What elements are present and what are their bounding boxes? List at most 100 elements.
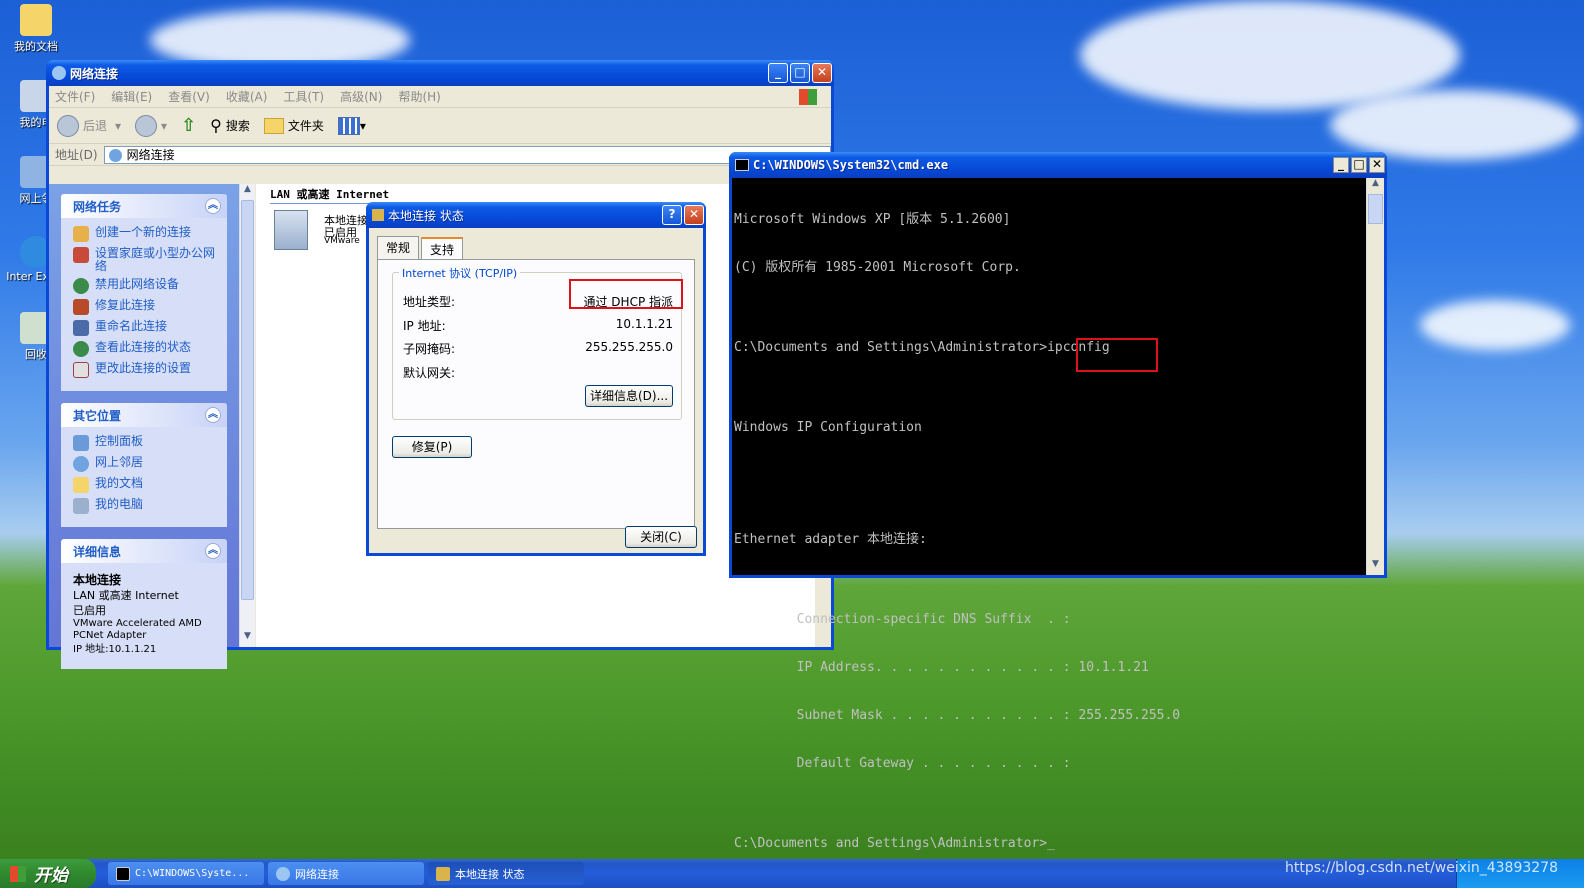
collapse-icon[interactable]: ︽ — [205, 543, 221, 559]
subnet-mask-row: 子网掩码: 255.255.255.0 — [403, 340, 673, 356]
task-disable-device[interactable]: 禁用此网络设备 — [73, 278, 219, 294]
network-tasks-header[interactable]: 网络任务 ︽ — [61, 194, 227, 218]
cmd-line: Subnet Mask . . . . . . . . . . . : 255.… — [734, 708, 1181, 723]
support-panel: Internet 协议 (TCP/IP) 地址类型: 通过 DHCP 指派 IP… — [377, 259, 695, 529]
cmd-line: (C) 版权所有 1985-2001 Microsoft Corp. — [734, 260, 1021, 275]
other-places-header[interactable]: 其它位置 ︽ — [61, 403, 227, 427]
other-places-panel: 其它位置 ︽ 控制面板 网上邻居 我的文档 我的电脑 — [61, 403, 227, 527]
collapse-icon[interactable]: ︽ — [205, 407, 221, 423]
help-button[interactable]: ? — [662, 205, 682, 225]
network-icon — [276, 866, 290, 881]
up-folder-button[interactable]: ⇧ — [181, 115, 196, 136]
details-header[interactable]: 详细信息 ︽ — [61, 539, 227, 563]
folder-icon — [73, 477, 89, 493]
menu-favorites[interactable]: 收藏(A) — [226, 88, 268, 105]
scroll-down-icon[interactable]: ▼ — [240, 631, 255, 647]
cmd-line: C:\Documents and Settings\Administrator>… — [734, 836, 1055, 851]
menu-advanced[interactable]: 高级(N) — [340, 88, 382, 105]
task-setup-home-network[interactable]: 设置家庭或小型办公网络 — [73, 247, 219, 273]
place-control-panel[interactable]: 控制面板 — [73, 435, 219, 451]
menu-view[interactable]: 查看(V) — [168, 88, 210, 105]
menu-help[interactable]: 帮助(H) — [398, 88, 440, 105]
task-rename-connection[interactable]: 重命名此连接 — [73, 320, 219, 336]
forward-button[interactable]: ▾ — [135, 114, 168, 137]
place-network-neighborhood[interactable]: 网上邻居 — [73, 456, 219, 472]
back-button[interactable]: 后退 ▾ — [57, 114, 122, 137]
scroll-down-icon[interactable]: ▼ — [1367, 559, 1384, 575]
desktop-icon-my-documents[interactable]: 我的文档 — [4, 4, 68, 54]
taskbar-item-status[interactable]: 本地连接 状态 — [428, 862, 584, 885]
cmd-console[interactable]: Microsoft Windows XP [版本 5.1.2600] (C) 版… — [732, 178, 1366, 851]
maximize-button[interactable]: □ — [790, 63, 810, 83]
cmd-line: C:\Documents and Settings\Administrator>… — [734, 340, 1110, 355]
cmd-scrollbar[interactable]: ▲ ▼ — [1366, 178, 1384, 575]
wrench-icon — [73, 299, 89, 315]
menu-tools[interactable]: 工具(T) — [283, 88, 324, 105]
computer-icon — [73, 498, 89, 514]
views-button[interactable]: ▾ — [337, 116, 366, 135]
chevron-down-icon: ▾ — [115, 118, 122, 133]
maximize-button[interactable]: □ — [1351, 157, 1367, 173]
close-button[interactable]: ✕ — [812, 63, 832, 83]
dialog-titlebar[interactable]: 本地连接 状态 ? ✕ — [366, 202, 706, 228]
connection-icon — [372, 209, 384, 221]
cmd-line: Ethernet adapter 本地连接: — [734, 532, 927, 547]
close-button[interactable]: ✕ — [1369, 157, 1385, 173]
folder-icon — [20, 4, 52, 36]
close-button[interactable]: 关闭(C) — [625, 526, 697, 548]
network-icon — [73, 456, 89, 472]
place-my-computer[interactable]: 我的电脑 — [73, 498, 219, 514]
status-icon — [73, 341, 89, 357]
ip-address-value: 10.1.1.21 — [615, 317, 673, 331]
tab-general[interactable]: 常规 — [377, 236, 420, 259]
repair-button[interactable]: 修复(P) — [392, 436, 472, 458]
connection-icon — [436, 866, 450, 881]
windows-logo-icon — [799, 88, 817, 105]
menu-edit[interactable]: 编辑(E) — [111, 88, 152, 105]
chevron-down-icon: ▾ — [359, 118, 366, 133]
minimize-button[interactable]: _ — [1333, 157, 1349, 173]
settings-icon — [73, 362, 89, 378]
details-type: LAN 或高速 Internet — [73, 589, 179, 602]
cmd-titlebar[interactable]: C:\WINDOWS\System32\cmd.exe _ □ ✕ — [729, 152, 1387, 178]
taskbar-item-cmd[interactable]: C:\WINDOWS\Syste... — [108, 862, 264, 885]
dialog-title: 本地连接 状态 — [388, 208, 464, 223]
details-name: 本地连接 — [73, 573, 122, 587]
details-button[interactable]: 详细信息(D)... — [585, 385, 673, 407]
scroll-thumb[interactable] — [241, 200, 254, 600]
details-ip: IP 地址:10.1.1.21 — [73, 644, 157, 655]
task-create-connection[interactable]: 创建一个新的连接 — [73, 226, 219, 242]
dialog-close-x-button[interactable]: ✕ — [684, 205, 704, 225]
explorer-titlebar[interactable]: 网络连接 _ □ ✕ — [46, 60, 834, 86]
collapse-icon[interactable]: ︽ — [205, 198, 221, 214]
windows-logo-icon — [10, 865, 26, 882]
task-pane-scrollbar[interactable]: ▲ ▼ — [239, 184, 255, 647]
task-view-status[interactable]: 查看此连接的状态 — [73, 341, 219, 357]
cmd-title: C:\WINDOWS\System32\cmd.exe — [753, 158, 949, 172]
folders-button[interactable]: 文件夹 — [263, 117, 324, 134]
cmd-line: Windows IP Configuration — [734, 420, 922, 435]
up-arrow-icon: ⇧ — [181, 115, 197, 136]
start-button[interactable]: 开始 — [0, 859, 96, 888]
dialog-tabs: 常规 支持 — [369, 228, 703, 260]
address-input[interactable]: 网络连接 — [103, 145, 831, 164]
chevron-down-icon: ▾ — [161, 118, 168, 133]
task-repair-connection[interactable]: 修复此连接 — [73, 299, 219, 315]
cmd-line: Connection-specific DNS Suffix . : — [734, 612, 1071, 627]
details-status: 已启用 — [73, 604, 106, 617]
search-button[interactable]: ⚲ 搜索 — [210, 116, 250, 135]
network-connection-icon — [274, 210, 308, 250]
cmd-line: IP Address. . . . . . . . . . . . : 10.1… — [734, 660, 1149, 675]
scroll-thumb[interactable] — [1368, 194, 1383, 224]
search-icon: ⚲ — [210, 116, 222, 135]
place-my-documents[interactable]: 我的文档 — [73, 477, 219, 493]
toolbar: 后退 ▾ ▾ ⇧ ⚲ 搜索 文件夹 ▾ — [49, 108, 831, 144]
task-change-settings[interactable]: 更改此连接的设置 — [73, 362, 219, 378]
menu-file[interactable]: 文件(F) — [55, 88, 95, 105]
dhcp-highlight-box — [569, 279, 683, 309]
taskbar-item-network[interactable]: 网络连接 — [268, 862, 424, 885]
scroll-up-icon[interactable]: ▲ — [1367, 178, 1384, 194]
minimize-button[interactable]: _ — [768, 63, 788, 83]
tab-support[interactable]: 支持 — [421, 237, 464, 260]
scroll-up-icon[interactable]: ▲ — [240, 184, 255, 200]
